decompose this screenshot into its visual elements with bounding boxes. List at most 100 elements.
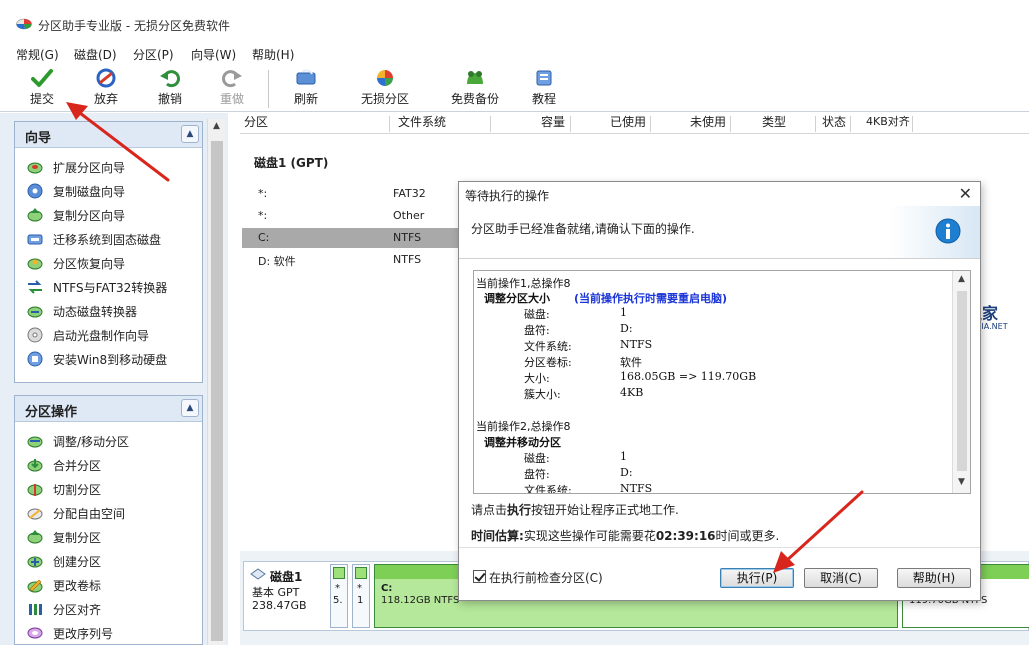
operations-scrollbar[interactable]: ▲ ▼ — [952, 271, 970, 493]
wizard-item-label: 迁移系统到固态磁盘 — [53, 233, 162, 247]
op1-size-value: 168.05GB => 119.70GB — [620, 370, 757, 383]
serial-number-icon — [27, 627, 43, 639]
check-before-execute-label[interactable]: 在执行前检查分区(C) — [489, 569, 603, 586]
hint-post: 按钮开始让程序正式地工作. — [531, 503, 679, 517]
submit-label: 提交 — [29, 92, 54, 106]
column-separator — [730, 116, 731, 132]
redo-button[interactable]: 重做 — [214, 68, 250, 110]
op1-size-label: 大小: — [524, 372, 550, 385]
op2-letter-value: D: — [620, 466, 633, 479]
title-bar: 分区助手专业版 - 无损分区免费软件 — [0, 0, 1029, 40]
execute-hint: 请点击执行按钮开始让程序正式地工作. — [471, 501, 679, 518]
header-divider — [240, 133, 1029, 134]
wizard-item-label: NTFS与FAT32转换器 — [53, 281, 168, 295]
op1-note: (当前操作执行时需要重启电脑) — [574, 292, 728, 305]
op1-cluster-label: 簇大小: — [524, 388, 561, 401]
op-item-label: 合并分区 — [53, 459, 102, 473]
operations-list[interactable]: 当前操作1,总操作8 调整分区大小 (当前操作执行时需要重启电脑) 磁盘: 1 … — [473, 270, 971, 494]
table-row[interactable]: *: Other — [242, 206, 464, 226]
left-panel-scrollbar[interactable]: ▲ — [207, 119, 225, 645]
partition-label: C: — [381, 583, 393, 594]
partition-size: 1 — [357, 595, 364, 606]
table-row[interactable]: *: FAT32 — [242, 184, 464, 204]
windows-usb-icon — [27, 351, 43, 367]
tutorial-label: 教程 — [531, 92, 556, 106]
menu-general[interactable]: 常规(G) — [16, 46, 59, 63]
tutorial-button[interactable]: 教程 — [526, 68, 562, 110]
scroll-thumb[interactable] — [957, 291, 967, 471]
pending-operations-dialog: 等待执行的操作 ✕ 分区助手已经准备就绪,请确认下面的操作. 当前操作1,总操作… — [458, 181, 981, 601]
close-icon[interactable]: ✕ — [959, 184, 972, 203]
dialog-header: 分区助手已经准备就绪,请确认下面的操作. — [459, 206, 980, 258]
menu-wizard[interactable]: 向导(W) — [191, 46, 236, 63]
partition-name: C: — [258, 231, 270, 244]
column-status[interactable]: 状态 — [822, 113, 846, 133]
op1-header: 当前操作1,总操作8 — [476, 277, 571, 290]
undo-button[interactable]: 撤销 — [152, 68, 188, 110]
scroll-thumb[interactable] — [211, 141, 223, 641]
wizard-item-label: 复制分区向导 — [53, 209, 126, 223]
undo-icon — [160, 70, 180, 88]
column-filesystem[interactable]: 文件系统 — [398, 113, 446, 133]
op1-name: 调整分区大小 — [484, 292, 550, 305]
op2-fs-label: 文件系统: — [524, 484, 572, 494]
cancel-button[interactable]: 取消(C) — [804, 568, 878, 588]
discard-button[interactable]: 放弃 — [88, 68, 124, 110]
estimate-post: 时间或更多. — [715, 529, 780, 543]
discard-icon — [96, 68, 116, 88]
column-separator — [815, 116, 816, 132]
table-row[interactable]: D: 软件 NTFS — [242, 250, 464, 270]
menu-disk[interactable]: 磁盘(D) — [74, 46, 117, 63]
table-row-selected[interactable]: C: NTFS — [242, 228, 464, 248]
partition-block-small[interactable]: * 5. — [330, 564, 348, 628]
partition-label: * — [357, 583, 362, 594]
undo-label: 撤销 — [157, 92, 182, 106]
column-type[interactable]: 类型 — [762, 113, 786, 133]
help-button[interactable]: 帮助(H) — [897, 568, 971, 588]
op-item-label: 复制分区 — [53, 531, 102, 545]
scroll-down-icon[interactable]: ▼ — [953, 477, 970, 487]
free-backup-button[interactable]: 免费备份 — [447, 68, 503, 110]
app-logo-icon — [16, 18, 32, 30]
collapse-partition-ops-button[interactable]: ▲ — [181, 399, 199, 417]
column-capacity[interactable]: 容量 — [541, 113, 565, 133]
lossless-partition-button[interactable]: 无损分区 — [357, 68, 413, 110]
column-used[interactable]: 已使用 — [610, 113, 646, 133]
op-item-label: 创建分区 — [53, 555, 102, 569]
check-before-execute-checkbox[interactable] — [473, 570, 486, 583]
scroll-up-icon[interactable]: ▲ — [208, 121, 225, 131]
wizard-item-label: 安装Win8到移动硬盘 — [53, 353, 168, 367]
column-unused[interactable]: 未使用 — [690, 113, 726, 133]
refresh-button[interactable]: 刷新 — [288, 68, 324, 110]
column-separator — [850, 116, 851, 132]
execute-button[interactable]: 执行(P) — [720, 568, 794, 588]
estimate-pre: 实现这些操作可能需要花 — [523, 529, 656, 543]
column-separator — [650, 116, 651, 132]
create-partition-icon — [27, 556, 43, 568]
left-panel: 向导 ▲ 扩展分区向导 复制磁盘向导 复制分区向导 迁移系统到固态磁盘 分区恢复… — [0, 113, 228, 645]
submit-button[interactable]: 提交 — [24, 68, 60, 110]
op-item-label: 调整/移动分区 — [53, 435, 130, 449]
partition-block-small[interactable]: * 1 — [352, 564, 370, 628]
wizard-item-label: 扩展分区向导 — [53, 161, 126, 175]
checkmark-icon — [31, 69, 53, 87]
refresh-icon — [296, 69, 316, 85]
partition-name: D: 软件 — [258, 255, 296, 268]
menu-help[interactable]: 帮助(H) — [252, 46, 294, 63]
wizard-group-header: 向导 ▲ — [15, 122, 202, 148]
partition-filesystem: FAT32 — [393, 187, 426, 200]
menu-partition[interactable]: 分区(P) — [133, 46, 174, 63]
disk-title: 磁盘1 (GPT) — [254, 156, 329, 170]
scroll-up-icon[interactable]: ▲ — [953, 274, 970, 284]
partition-label: * — [335, 583, 340, 594]
column-4kb-align[interactable]: 4KB对齐 — [866, 113, 910, 133]
column-partition[interactable]: 分区 — [244, 113, 268, 133]
collapse-wizard-button[interactable]: ▲ — [181, 125, 199, 143]
dynamic-disk-icon — [27, 306, 43, 318]
tutorial-book-icon — [536, 70, 552, 86]
op-item-label: 分区对齐 — [53, 603, 102, 617]
info-icon — [935, 218, 961, 244]
copy-partition-icon — [27, 530, 43, 544]
copy-disk-icon — [27, 183, 43, 199]
partition-ops-group: 分区操作 ▲ 调整/移动分区 合并分区 切割分区 分配自由空间 复制分区 创建分… — [14, 395, 203, 645]
